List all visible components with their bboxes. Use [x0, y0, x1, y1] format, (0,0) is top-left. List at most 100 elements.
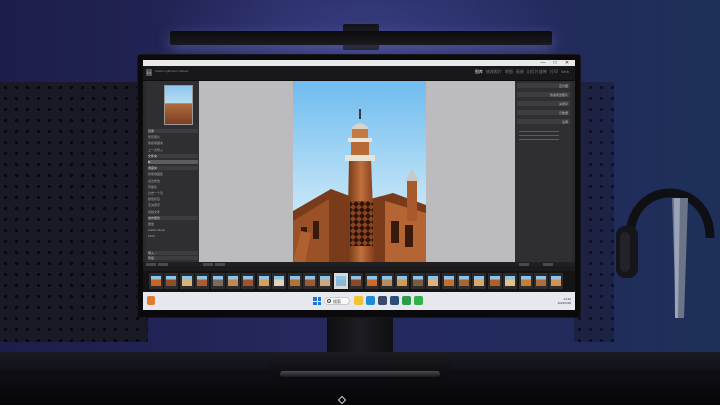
- filmstrip-thumbnail[interactable]: [472, 273, 487, 289]
- thumbnail-image: [212, 276, 223, 286]
- chrome-icon[interactable]: [402, 296, 411, 305]
- module-tab-2[interactable]: 地图: [505, 69, 513, 74]
- right-panel-label: 关键字: [558, 101, 568, 106]
- filmstrip-thumbnail[interactable]: [364, 273, 379, 289]
- wechat-icon[interactable]: [414, 296, 423, 305]
- filmstrip-thumbnail[interactable]: [349, 273, 364, 289]
- thumbnail-image: [335, 276, 346, 286]
- left-panel-item[interactable]: 文件夹: [148, 153, 198, 158]
- left-panel-item[interactable]: Flickr: [148, 234, 198, 238]
- filmstrip-thumbnail[interactable]: [410, 273, 425, 289]
- lightroom-taskbar-icon[interactable]: [390, 296, 399, 305]
- app-title: Adobe Lightroom Classic: [155, 69, 189, 73]
- thumbnail-image: [520, 276, 531, 286]
- left-panel-item[interactable]: 视频文件: [148, 210, 198, 214]
- left-panel-item[interactable]: 颜色标签: [148, 197, 198, 201]
- filmstrip-thumbnail[interactable]: [241, 273, 256, 289]
- thumbnail-image: [382, 276, 392, 286]
- taskbar-search-input[interactable]: 搜索: [324, 297, 350, 305]
- right-panel-label: 元数据: [558, 110, 568, 115]
- filmstrip-thumbnail[interactable]: [503, 273, 518, 289]
- lightroom-logo-icon: Lr: [146, 69, 152, 76]
- left-panel-item[interactable]: D:: [148, 160, 198, 164]
- export-panel-button[interactable]: 导出...: [148, 256, 198, 260]
- filmstrip-thumbnail[interactable]: [534, 273, 548, 289]
- navigator-preview[interactable]: [164, 85, 193, 125]
- module-tab-0[interactable]: 图库: [475, 69, 483, 74]
- filmstrip-thumbnail[interactable]: [518, 273, 533, 289]
- module-tab-4[interactable]: 幻灯片放映: [527, 69, 547, 74]
- filmstrip-thumbnail[interactable]: [179, 273, 194, 289]
- left-panel-item[interactable]: 过去一个月: [148, 191, 198, 195]
- import-panel-button[interactable]: 导入...: [148, 251, 198, 255]
- filmstrip-thumbnail[interactable]: [318, 273, 333, 289]
- filmstrip-thumbnail[interactable]: [210, 273, 225, 289]
- thumbnail-image: [351, 276, 362, 286]
- system-tray[interactable]: 14:32 2023/6/18: [558, 297, 571, 305]
- thumbnail-image: [412, 276, 423, 286]
- lightroom-identity-plate: Lr Adobe Lightroom Classic 图库 修改照片 地图 画册 幻灯片…: [143, 66, 575, 81]
- filmstrip-thumbnail[interactable]: [272, 273, 287, 289]
- weather-icon[interactable]: [147, 296, 155, 305]
- thumbnail-image: [228, 276, 238, 286]
- adjustment-slider[interactable]: [519, 135, 559, 136]
- right-panel-label: 直方图: [558, 83, 568, 88]
- filmstrip-thumbnail[interactable]: [487, 273, 502, 289]
- thumbnail-image: [181, 276, 192, 286]
- filmstrip-thumbnail[interactable]: [380, 273, 394, 289]
- left-panel-item[interactable]: 目录: [148, 129, 198, 133]
- thumbnail-image: [551, 276, 562, 286]
- module-tab-1[interactable]: 修改照片: [486, 69, 502, 74]
- filmstrip-thumbnail[interactable]: [303, 273, 317, 289]
- left-panel-item[interactable]: 无关键字: [148, 203, 198, 207]
- filmstrip-thumbnail[interactable]: [195, 273, 210, 289]
- filmstrip-thumbnail[interactable]: [441, 273, 456, 289]
- monitor-lightbar: [170, 31, 552, 45]
- windows-start-icon[interactable]: [313, 297, 321, 305]
- module-tab-3[interactable]: 画册: [516, 69, 524, 74]
- filmstrip-thumbnail[interactable]: [395, 273, 410, 289]
- left-panel-item[interactable]: 带星标: [148, 185, 198, 189]
- right-panel-label: 快速修改照片: [549, 92, 568, 97]
- filmstrip-thumbnail[interactable]: [256, 273, 271, 289]
- thumbnail-image: [258, 276, 269, 286]
- left-panel: 目录所有照片快捷收藏夹上一次导入 文件夹 D: 收藏夹 智能收藏集最近修改带星标过去一个…: [146, 81, 199, 262]
- monitor-screen: — □ ✕ Lr Adobe Lightroom Classic 图库 修改照片地…: [143, 60, 575, 310]
- adjustment-slider[interactable]: [519, 131, 559, 132]
- search-icon: [327, 299, 331, 303]
- headphones-on-stand: [616, 188, 715, 318]
- left-panel-item[interactable]: 上一次导入: [148, 148, 198, 152]
- loupe-view[interactable]: [199, 81, 515, 262]
- mosque-minaret-image: [293, 81, 426, 262]
- left-panel-item[interactable]: 硬盘: [148, 222, 198, 226]
- filmstrip-thumbnail[interactable]: [287, 273, 302, 289]
- module-tab-6[interactable]: Web: [561, 69, 569, 74]
- filmstrip-thumbnail[interactable]: [549, 273, 564, 289]
- thumbnail-image: [366, 276, 377, 286]
- filmstrip-thumbnail[interactable]: [333, 273, 348, 289]
- store-icon[interactable]: [378, 296, 387, 305]
- left-panel-item[interactable]: 收藏夹: [148, 166, 198, 171]
- left-panel-item[interactable]: 快捷收藏夹: [148, 141, 198, 145]
- file-explorer-icon[interactable]: [354, 296, 363, 305]
- filmstrip-thumbnail[interactable]: [457, 273, 471, 289]
- filmstrip-thumbnail[interactable]: [226, 273, 240, 289]
- thumbnail-image: [320, 276, 331, 286]
- left-panel-item[interactable]: Adobe Stock: [148, 228, 198, 232]
- windows-taskbar: 搜索 14:32 2023/6/18: [143, 292, 575, 310]
- thumbnail-image: [489, 276, 500, 286]
- main-photo: [293, 81, 426, 262]
- left-panel-item[interactable]: 发布服务: [148, 215, 198, 220]
- tray-date: 2023/6/18: [557, 301, 571, 305]
- adjustment-slider[interactable]: [519, 139, 559, 140]
- left-panel-item[interactable]: 智能收藏集: [148, 172, 198, 176]
- filmstrip-thumbnail[interactable]: [164, 273, 179, 289]
- left-panel-item[interactable]: 所有照片: [148, 135, 198, 139]
- left-panel-item[interactable]: 最近修改: [148, 179, 198, 183]
- filmstrip-thumbnail[interactable]: [149, 273, 163, 289]
- module-tab-5[interactable]: 打印: [550, 69, 558, 74]
- edge-icon[interactable]: [366, 296, 375, 305]
- thumbnail-image: [474, 276, 485, 286]
- thumbnail-image: [166, 276, 177, 286]
- filmstrip-thumbnail[interactable]: [426, 273, 441, 289]
